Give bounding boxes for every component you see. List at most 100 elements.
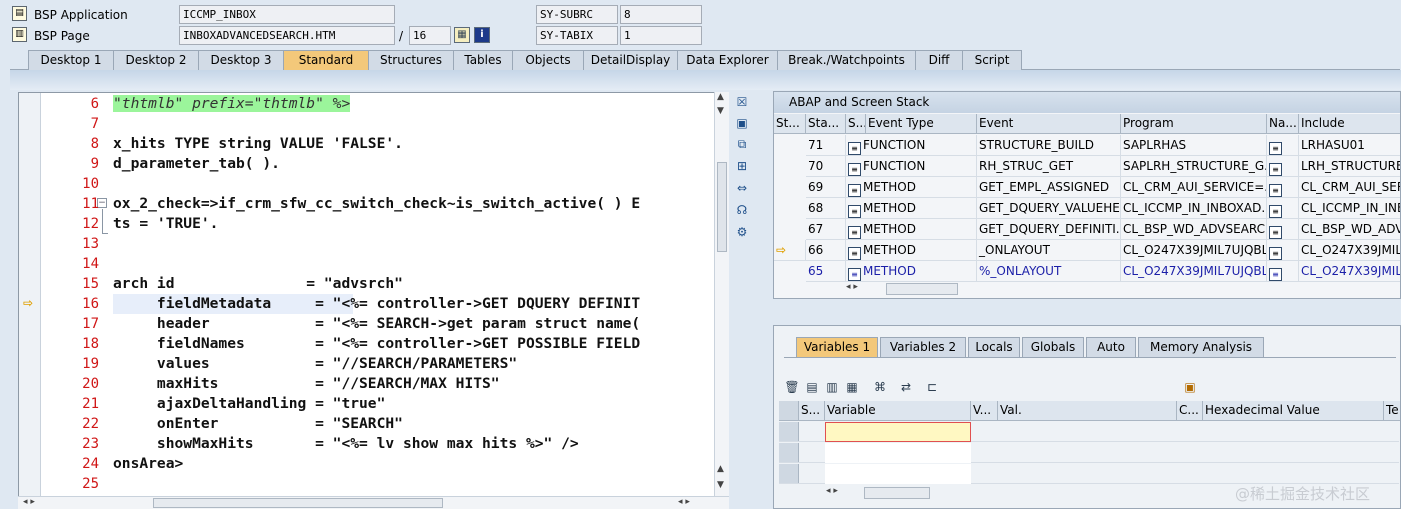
save-icon[interactable]: ▣ [1182, 379, 1198, 395]
table-row[interactable]: 70 ≡ FUNCTION RH_STRUC_GET SAPLRH_STRUCTU… [774, 156, 1400, 177]
variable-row[interactable] [779, 464, 1399, 484]
resize-tool-icon[interactable]: ⇔ [733, 180, 751, 196]
navigate-icon[interactable]: ≡ [1269, 142, 1282, 155]
navigate-cell[interactable]: ≡ [1267, 261, 1299, 282]
navigate-icon[interactable]: ≡ [1269, 184, 1282, 197]
table-row[interactable]: ⇨ 66 ≡ METHOD _ONLAYOUT CL_O247X39JMIL7UJ… [774, 240, 1400, 261]
sy-tabix-value[interactable]: 1 [620, 26, 702, 45]
variable-row[interactable] [779, 443, 1399, 463]
column-header[interactable]: Variable [825, 401, 971, 421]
variable-list-icon[interactable]: ▥ [824, 379, 840, 395]
source-editor[interactable]: ⇨ − 6 "thtmlb" prefix="thtmlb" %> 7 8 x_… [18, 92, 729, 497]
stack-hscroll-thumb[interactable] [886, 283, 958, 295]
column-header[interactable]: Te [1384, 401, 1400, 421]
tab-diff[interactable]: Diff [915, 50, 963, 70]
navigate-icon[interactable]: ≡ [1269, 247, 1282, 260]
column-header[interactable]: Na... [1267, 114, 1299, 134]
column-header[interactable]: Event Type [866, 114, 977, 134]
tab-globals[interactable]: Globals [1022, 337, 1084, 357]
tab-variables-1[interactable]: Variables 1 [796, 337, 878, 357]
new-tool-icon[interactable]: ▣ [733, 115, 751, 131]
row-selector[interactable] [779, 443, 799, 462]
variable-input[interactable] [825, 464, 971, 484]
scroll-top-icon[interactable]: ▲ [717, 464, 724, 474]
tab-data-explorer[interactable]: Data Explorer [677, 50, 778, 70]
navigate-cell[interactable]: ≡ [1267, 219, 1299, 240]
column-header[interactable]: Hexadecimal Value [1203, 401, 1384, 421]
scroll-right-icon[interactable]: ◂ ▸ [678, 497, 690, 507]
tab-desktop-1[interactable]: Desktop 1 [28, 50, 114, 70]
column-header[interactable]: S... [846, 114, 866, 134]
tab-desktop-3[interactable]: Desktop 3 [198, 50, 284, 70]
scroll-down-icon[interactable]: ▼ [717, 480, 724, 490]
scroll-thumb[interactable] [717, 162, 727, 252]
column-header[interactable]: Sta... [806, 114, 846, 134]
navigate-cell[interactable]: ≡ [1267, 198, 1299, 219]
scroll-left-icon[interactable]: ◂ ▸ [23, 497, 35, 507]
vars-hscroll-thumb[interactable] [864, 487, 930, 499]
source-display-icon[interactable]: ▦ [454, 27, 470, 43]
tab-auto[interactable]: Auto [1086, 337, 1136, 357]
open-folder-icon[interactable]: ⊏ [924, 379, 940, 395]
settings-tool-icon[interactable]: ⚙ [733, 224, 751, 240]
table-row[interactable]: 71 ≡ FUNCTION STRUCTURE_BUILD SAPLRHAS ≡ … [774, 135, 1400, 156]
table-row[interactable]: 69 ≡ METHOD GET_EMPL_ASSIGNED CL_CRM_AUI_… [774, 177, 1400, 198]
navigate-cell[interactable]: ≡ [1267, 135, 1299, 156]
navigate-icon[interactable]: ≡ [1269, 268, 1282, 281]
table-row[interactable]: 68 ≡ METHOD GET_DQUERY_VALUEHE... CL_ICCM… [774, 198, 1400, 219]
stack-scroll-left-icon[interactable]: ◂ ▸ [846, 282, 858, 292]
scroll-collapse-icon[interactable]: ▼ [717, 106, 724, 116]
variable-input[interactable] [825, 443, 971, 463]
variable-row[interactable] [779, 422, 1399, 442]
column-header[interactable]: S... [799, 401, 825, 421]
headset-tool-icon[interactable]: ☊ [733, 202, 751, 218]
bsp-page-field[interactable]: INBOXADVANCEDSEARCH.HTM [179, 26, 395, 45]
variable-input[interactable] [825, 422, 971, 442]
bsp-application-field[interactable]: ICCMP_INBOX [179, 5, 395, 24]
info-icon[interactable]: i [474, 27, 490, 43]
delete-icon[interactable]: 🗑 [784, 379, 800, 395]
hscroll-thumb[interactable] [153, 498, 443, 508]
close-tool-icon[interactable]: ☒ [733, 94, 751, 110]
editor-horizontal-scrollbar[interactable]: ◂ ▸ ◂ ▸ [18, 496, 729, 509]
tab-standard[interactable]: Standard [283, 50, 369, 70]
row-selector[interactable] [779, 464, 799, 483]
column-header[interactable]: Program [1121, 114, 1267, 134]
maximize-tool-icon[interactable]: ⊞ [733, 158, 751, 174]
tab-locals[interactable]: Locals [968, 337, 1020, 357]
tab-memory-analysis[interactable]: Memory Analysis [1138, 337, 1264, 357]
row-selector[interactable] [779, 422, 799, 441]
column-header[interactable]: C... [1177, 401, 1203, 421]
navigate-icon[interactable]: ≡ [1269, 205, 1282, 218]
navigate-cell[interactable]: ≡ [1267, 177, 1299, 198]
navigate-icon[interactable]: ≡ [1269, 163, 1282, 176]
sy-subrc-value[interactable]: 8 [620, 5, 702, 24]
navigate-cell[interactable]: ≡ [1267, 240, 1299, 261]
table-row[interactable]: 67 ≡ METHOD GET_DQUERY_DEFINITI... CL_BSP… [774, 219, 1400, 240]
vars-scroll-left-icon[interactable]: ◂ ▸ [826, 486, 838, 496]
page-line-field[interactable]: 16 [409, 26, 451, 45]
column-header[interactable]: St... [774, 114, 806, 134]
transfer-icon[interactable]: ⇄ [898, 379, 914, 395]
tab-variables-2[interactable]: Variables 2 [880, 337, 966, 357]
tab-detaildisplay[interactable]: DetailDisplay [583, 50, 678, 70]
breakpoint-gutter[interactable] [19, 93, 41, 496]
export-icon[interactable]: ▦ [844, 379, 860, 395]
column-header[interactable]: Val. [998, 401, 1177, 421]
scroll-up-icon[interactable]: ▲ [717, 92, 724, 102]
editor-vertical-scrollbar[interactable]: ▲ ▼ ▲ ▼ [714, 92, 729, 497]
swap-tool-icon[interactable]: ⧉ [733, 136, 751, 152]
column-header[interactable]: Event [977, 114, 1121, 134]
tab-structures[interactable]: Structures [368, 50, 454, 70]
variable-table-icon[interactable]: ▤ [804, 379, 820, 395]
tab-script[interactable]: Script [962, 50, 1022, 70]
navigate-cell[interactable]: ≡ [1267, 156, 1299, 177]
table-row[interactable]: 65 ≡ METHOD %_ONLAYOUT CL_O247X39JMIL7UJQ… [774, 261, 1400, 282]
column-header[interactable]: Include [1299, 114, 1400, 134]
tab-break-watchpoints[interactable]: Break./Watchpoints [777, 50, 916, 70]
hierarchy-icon[interactable]: ⌘ [872, 379, 888, 395]
navigate-icon[interactable]: ≡ [1269, 226, 1282, 239]
tab-objects[interactable]: Objects [512, 50, 584, 70]
column-header[interactable]: V... [971, 401, 998, 421]
tab-tables[interactable]: Tables [453, 50, 513, 70]
